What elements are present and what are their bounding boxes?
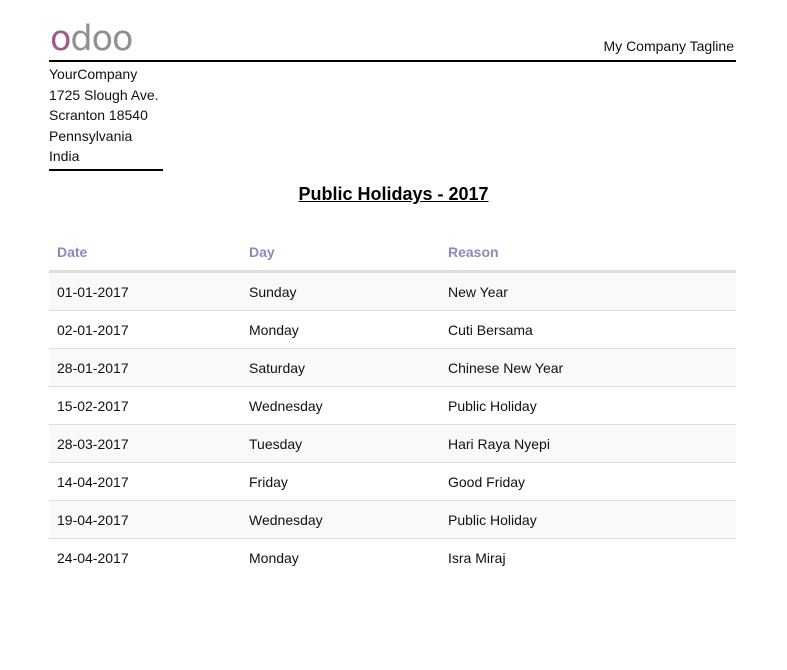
cell-day: Monday <box>249 550 299 566</box>
cell-date: 02-01-2017 <box>57 322 129 338</box>
cell-date: 14-04-2017 <box>57 474 129 490</box>
table-row: 19-04-2017 Wednesday Public Holiday <box>49 501 736 539</box>
cell-reason: Hari Raya Nyepi <box>448 436 550 452</box>
cell-date: 24-04-2017 <box>57 550 129 566</box>
company-tagline: My Company Tagline <box>603 38 734 54</box>
table-row: 01-01-2017 Sunday New Year <box>49 273 736 311</box>
cell-day: Monday <box>249 322 299 338</box>
cell-day: Sunday <box>249 284 297 300</box>
cell-day: Wednesday <box>249 512 323 528</box>
column-header-date: Date <box>57 244 88 260</box>
header-divider <box>49 60 736 62</box>
table-row: 28-01-2017 Saturday Chinese New Year <box>49 349 736 387</box>
cell-date: 15-02-2017 <box>57 398 129 414</box>
odoo-logo: odoo <box>50 22 133 56</box>
address-street: 1725 Slough Ave. <box>49 86 159 103</box>
cell-day: Wednesday <box>249 398 323 414</box>
column-header-day: Day <box>249 244 275 260</box>
cell-reason: Cuti Bersama <box>448 322 533 338</box>
cell-day: Saturday <box>249 360 306 376</box>
cell-day: Friday <box>249 474 288 490</box>
report-title: Public Holidays - 2017 <box>298 184 489 204</box>
table-row: 24-04-2017 Monday Isra Miraj <box>49 539 736 576</box>
cell-reason: Good Friday <box>448 474 526 490</box>
svg-text:odoo: odoo <box>50 22 132 56</box>
table-row: 28-03-2017 Tuesday Hari Raya Nyepi <box>49 425 736 463</box>
address-state: Pennsylvania <box>49 127 133 144</box>
table-row: 14-04-2017 Friday Good Friday <box>49 463 736 501</box>
address-company: YourCompany <box>49 66 138 82</box>
cell-reason: Public Holiday <box>448 512 537 528</box>
table-row: 15-02-2017 Wednesday Public Holiday <box>49 387 736 425</box>
cell-reason: New Year <box>448 284 508 300</box>
cell-day: Tuesday <box>249 436 303 452</box>
cell-date: 01-01-2017 <box>57 284 129 300</box>
cell-date: 19-04-2017 <box>57 512 129 528</box>
table-row: 02-01-2017 Monday Cuti Bersama <box>49 311 736 349</box>
address-city-zip: Scranton 18540 <box>49 107 148 123</box>
cell-reason: Chinese New Year <box>448 360 564 376</box>
cell-reason: Isra Miraj <box>448 550 506 566</box>
company-address: YourCompany 1725 Slough Ave. Scranton 18… <box>49 64 163 171</box>
cell-date: 28-01-2017 <box>57 360 129 376</box>
column-header-reason: Reason <box>448 244 499 260</box>
cell-reason: Public Holiday <box>448 398 537 414</box>
table-header: Date Day Reason <box>49 234 736 273</box>
holidays-table: Date Day Reason 01-01-2017 Sunday New Ye… <box>49 234 736 576</box>
address-country: India <box>49 148 80 164</box>
cell-date: 28-03-2017 <box>57 436 129 452</box>
